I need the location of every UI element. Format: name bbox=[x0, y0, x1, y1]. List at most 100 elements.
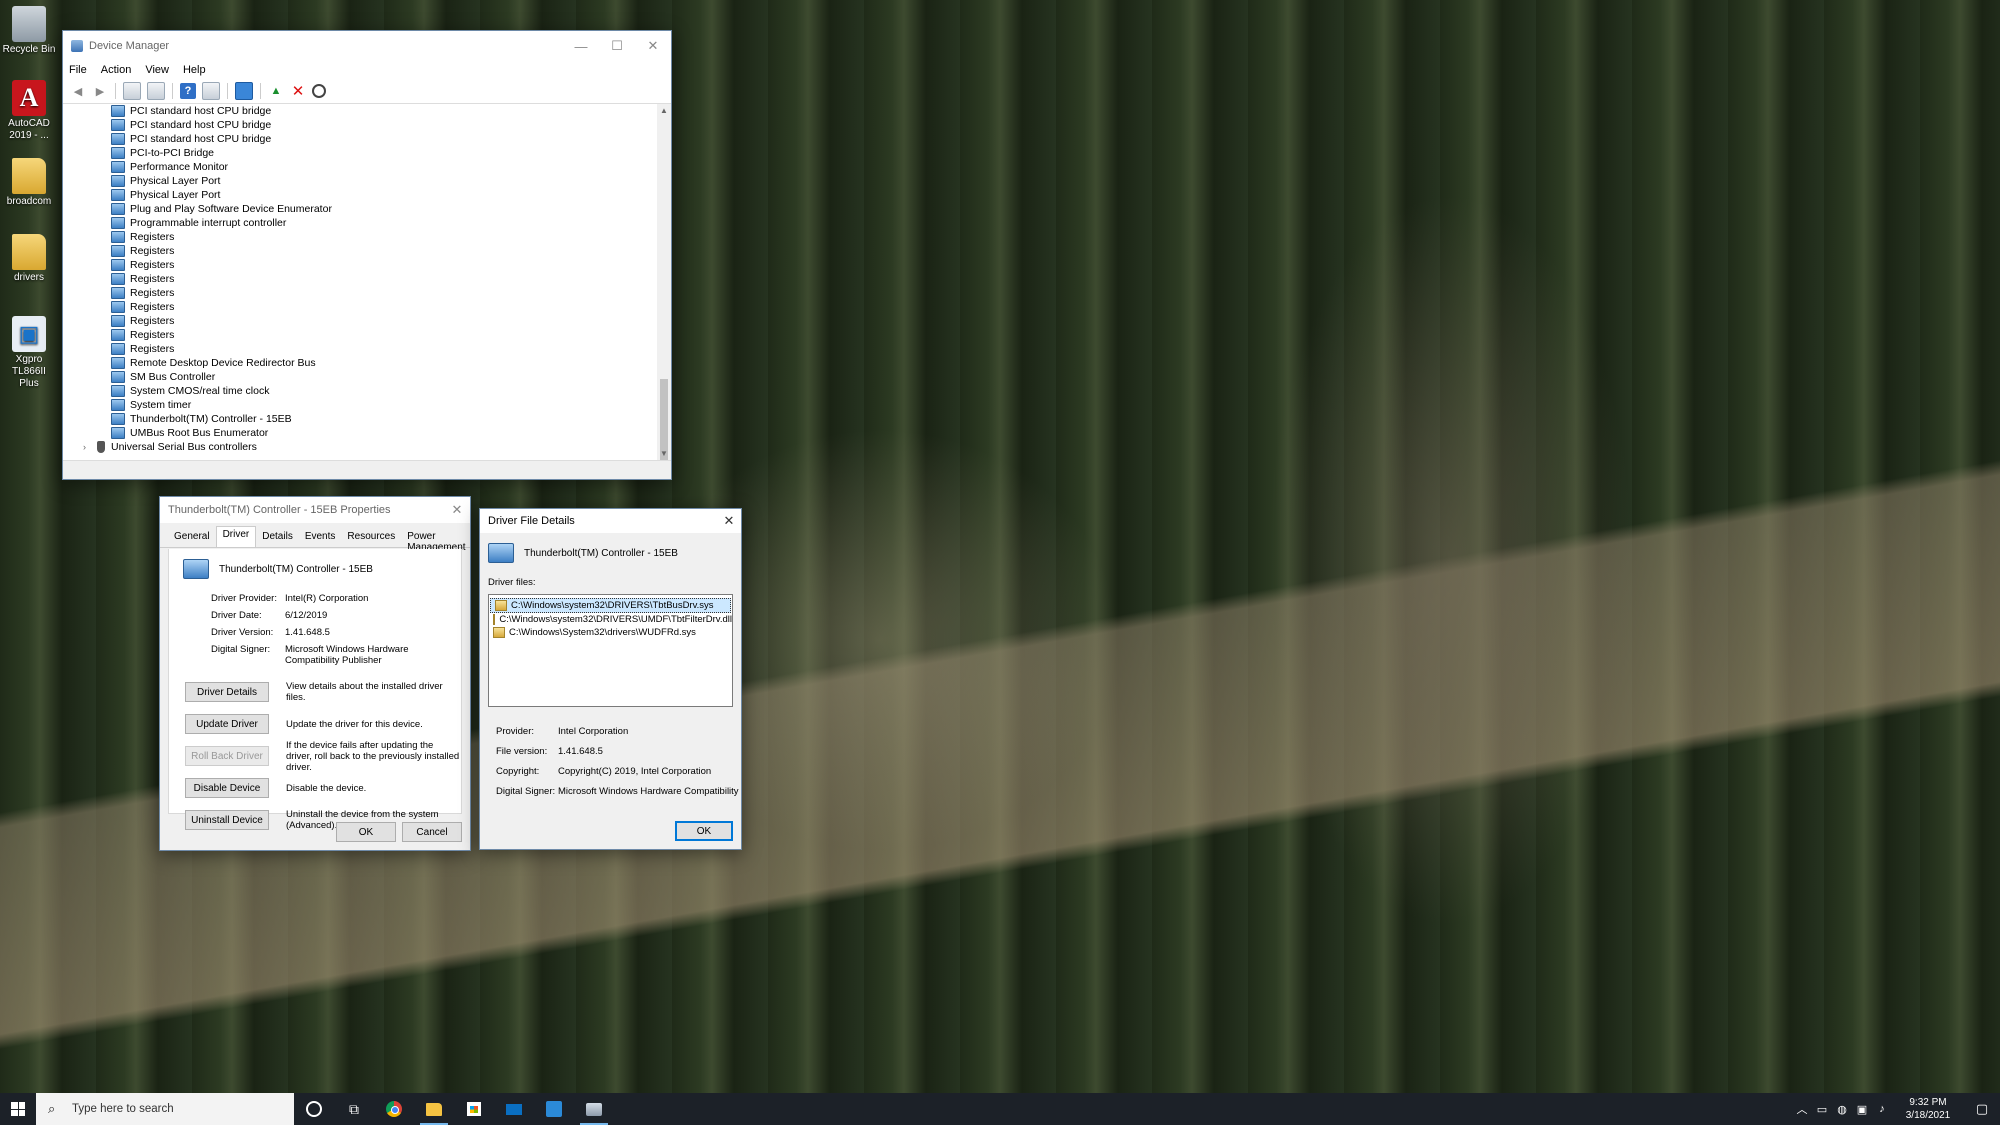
start-button[interactable] bbox=[0, 1093, 36, 1125]
menu-view[interactable]: View bbox=[145, 64, 169, 76]
tree-item-usb-controllers[interactable]: › Universal Serial Bus controllers bbox=[63, 440, 671, 454]
tree-item-device[interactable]: Remote Desktop Device Redirector Bus bbox=[63, 356, 671, 370]
tree-item-device[interactable]: Registers bbox=[63, 300, 671, 314]
help-icon[interactable]: ? bbox=[180, 83, 196, 99]
tree-item-device[interactable]: PCI standard host CPU bridge bbox=[63, 118, 671, 132]
tree-item-device[interactable]: Performance Monitor bbox=[63, 160, 671, 174]
forward-arrow-icon[interactable]: ▶ bbox=[92, 83, 108, 99]
tree-item-device[interactable]: Registers bbox=[63, 258, 671, 272]
disable-device-icon[interactable] bbox=[312, 84, 326, 98]
scan-hardware-icon[interactable] bbox=[235, 82, 253, 100]
show-hidden-icons-icon[interactable]: ︿ bbox=[1792, 1101, 1812, 1117]
driver-file-details-titlebar[interactable]: Driver File Details ✕ bbox=[480, 509, 741, 533]
property-row: File version: 1.41.648.5 bbox=[496, 741, 741, 761]
tab-resources[interactable]: Resources bbox=[341, 529, 401, 547]
close-button[interactable]: ✕ bbox=[444, 497, 470, 523]
properties-titlebar[interactable]: Thunderbolt(TM) Controller - 15EB Proper… bbox=[160, 497, 470, 523]
tree-item-device[interactable]: UMBus Root Bus Enumerator bbox=[63, 426, 671, 440]
ok-button[interactable]: OK bbox=[336, 822, 396, 842]
uninstall-device-icon[interactable]: ✕ bbox=[290, 83, 306, 100]
tree-item-device[interactable]: System CMOS/real time clock bbox=[63, 384, 671, 398]
tree-item-device[interactable]: SM Bus Controller bbox=[63, 370, 671, 384]
tab-general[interactable]: General bbox=[168, 529, 216, 547]
list-item[interactable]: C:\Windows\system32\DRIVERS\TbtBusDrv.sy… bbox=[490, 598, 731, 613]
battery-icon[interactable]: ▭ bbox=[1812, 1103, 1832, 1116]
tree-item-device[interactable]: Programmable interrupt controller bbox=[63, 216, 671, 230]
mail-taskbar-button[interactable] bbox=[494, 1093, 534, 1125]
task-view-button[interactable]: ⧉ bbox=[334, 1093, 374, 1125]
chevron-right-icon[interactable]: › bbox=[83, 440, 93, 454]
view-icon[interactable] bbox=[202, 82, 220, 100]
tree-item-label: PCI standard host CPU bridge bbox=[130, 133, 272, 145]
taskbar-search[interactable]: ⌕ Type here to search bbox=[36, 1093, 294, 1125]
chrome-taskbar-button[interactable] bbox=[374, 1093, 414, 1125]
menu-help[interactable]: Help bbox=[183, 64, 206, 76]
display-icon[interactable]: ▣ bbox=[1852, 1103, 1872, 1116]
list-item[interactable]: C:\Windows\system32\DRIVERS\UMDF\TbtFilt… bbox=[489, 613, 732, 626]
tree-item-device[interactable]: Thunderbolt(TM) Controller - 15EB bbox=[63, 412, 671, 426]
tree-item-device[interactable]: Physical Layer Port bbox=[63, 174, 671, 188]
menu-file[interactable]: File bbox=[69, 64, 87, 76]
control-panel-taskbar-button[interactable] bbox=[534, 1093, 574, 1125]
driver-details-button[interactable]: Driver Details bbox=[185, 682, 269, 702]
device-manager-taskbar-button[interactable] bbox=[574, 1093, 614, 1125]
desktop-icon-drivers[interactable]: drivers bbox=[2, 234, 56, 284]
tree-item-device[interactable]: PCI-to-PCI Bridge bbox=[63, 146, 671, 160]
menu-action[interactable]: Action bbox=[101, 64, 132, 76]
tree-item-label: Registers bbox=[130, 287, 175, 299]
close-button[interactable]: ✕ bbox=[717, 509, 741, 533]
disable-device-button[interactable]: Disable Device bbox=[185, 778, 269, 798]
tree-item-device[interactable]: Plug and Play Software Device Enumerator bbox=[63, 202, 671, 216]
clock[interactable]: 9:32 PM 3/18/2021 bbox=[1892, 1096, 1964, 1122]
tab-power-management[interactable]: Power Management bbox=[401, 529, 471, 553]
cortana-button[interactable] bbox=[294, 1093, 334, 1125]
update-driver-button[interactable]: Update Driver bbox=[185, 714, 269, 734]
back-arrow-icon[interactable]: ◀ bbox=[70, 83, 86, 99]
desktop-icon-autocad[interactable]: A AutoCAD 2019 - ... bbox=[2, 80, 56, 142]
desktop-icon-recycle-bin[interactable]: Recycle Bin bbox=[2, 6, 56, 56]
tab-events[interactable]: Events bbox=[299, 529, 342, 547]
device-header: Thunderbolt(TM) Controller - 15EB bbox=[480, 533, 741, 563]
tab-details[interactable]: Details bbox=[256, 529, 299, 547]
notification-icon[interactable]: ▢ bbox=[1964, 1101, 2000, 1117]
property-value: Intel Corporation bbox=[558, 725, 629, 737]
vertical-scrollbar[interactable]: ▲ ▼ bbox=[657, 104, 671, 463]
tab-driver[interactable]: Driver bbox=[215, 526, 257, 547]
tree-item-device[interactable]: Registers bbox=[63, 230, 671, 244]
tree-item-device[interactable]: Physical Layer Port bbox=[63, 188, 671, 202]
properties-dialog: Thunderbolt(TM) Controller - 15EB Proper… bbox=[159, 496, 471, 851]
show-hide-console-tree-icon[interactable] bbox=[123, 82, 141, 100]
cancel-button[interactable]: Cancel bbox=[402, 822, 462, 842]
ok-button[interactable]: OK bbox=[675, 821, 733, 841]
tree-item-device[interactable]: Registers bbox=[63, 314, 671, 328]
list-item[interactable]: C:\Windows\System32\drivers\WUDFRd.sys bbox=[489, 626, 732, 639]
tree-item-device[interactable]: Registers bbox=[63, 328, 671, 342]
tree-item-device[interactable]: Registers bbox=[63, 272, 671, 286]
scroll-down-icon[interactable]: ▼ bbox=[657, 447, 671, 461]
driver-files-list[interactable]: C:\Windows\system32\DRIVERS\TbtBusDrv.sy… bbox=[488, 594, 733, 707]
tree-item-device[interactable]: Registers bbox=[63, 244, 671, 258]
maximize-button[interactable]: ☐ bbox=[599, 31, 635, 61]
scroll-up-icon[interactable]: ▲ bbox=[657, 104, 671, 118]
device-manager-titlebar[interactable]: Device Manager — ☐ ✕ bbox=[63, 31, 671, 61]
network-icon[interactable]: ◍ bbox=[1832, 1103, 1852, 1116]
tree-item-device[interactable]: PCI standard host CPU bridge bbox=[63, 104, 671, 118]
volume-icon[interactable]: ♪ bbox=[1872, 1103, 1892, 1115]
file-explorer-taskbar-button[interactable] bbox=[414, 1093, 454, 1125]
desktop-icon-xgpro[interactable]: ▣ Xgpro TL866II Plus bbox=[2, 316, 56, 390]
tree-item-device[interactable]: PCI standard host CPU bridge bbox=[63, 132, 671, 146]
update-driver-icon[interactable]: ▲ bbox=[268, 83, 284, 99]
tree-item-device[interactable]: System timer bbox=[63, 398, 671, 412]
properties-icon[interactable] bbox=[147, 82, 165, 100]
device-icon bbox=[111, 161, 125, 173]
tree-item-label: Thunderbolt(TM) Controller - 15EB bbox=[130, 413, 292, 425]
store-taskbar-button[interactable] bbox=[454, 1093, 494, 1125]
property-tabs: General Driver Details Events Resources … bbox=[160, 526, 471, 553]
tree-item-device[interactable]: Registers bbox=[63, 342, 671, 356]
uninstall-device-button[interactable]: Uninstall Device bbox=[185, 810, 269, 830]
desktop-icon-broadcom[interactable]: broadcom bbox=[2, 158, 56, 208]
minimize-button[interactable]: — bbox=[563, 31, 599, 61]
close-button[interactable]: ✕ bbox=[635, 31, 671, 61]
tree-item-device[interactable]: Registers bbox=[63, 286, 671, 300]
roll-back-driver-button[interactable]: Roll Back Driver bbox=[185, 746, 269, 766]
